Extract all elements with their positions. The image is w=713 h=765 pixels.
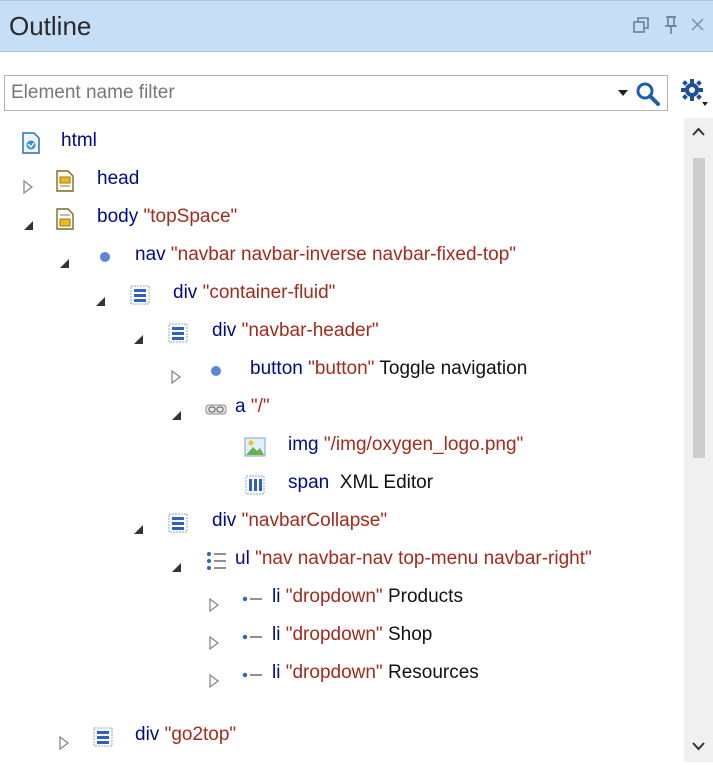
- node-tag: html: [61, 130, 97, 151]
- node-tag: a: [235, 396, 246, 417]
- node-attribute: "dropdown": [285, 586, 383, 607]
- panel-title: Outline: [9, 11, 92, 41]
- tree-node-html[interactable]: html: [0, 122, 684, 160]
- restore-icon[interactable]: [630, 13, 654, 37]
- search-icon[interactable]: [633, 79, 663, 109]
- expand-arrow-icon[interactable]: [206, 627, 222, 651]
- collapse-arrow-icon[interactable]: [130, 513, 146, 534]
- tree-node-head[interactable]: head: [0, 160, 684, 198]
- collapse-arrow-icon[interactable]: [20, 209, 36, 230]
- element-dot-icon: [94, 244, 116, 266]
- list-icon: [205, 548, 227, 570]
- node-attribute: "dropdown": [285, 662, 383, 683]
- tree-node-span[interactable]: span XML Editor: [0, 464, 684, 502]
- tree-node-li-shop[interactable]: li "dropdown" Shop: [0, 616, 684, 654]
- node-tag: nav: [135, 244, 166, 265]
- tree-node-li-products[interactable]: li "dropdown" Products: [0, 578, 684, 616]
- span-inline-icon: [244, 472, 266, 495]
- collapse-arrow-icon[interactable]: [92, 285, 108, 306]
- collapse-arrow-icon[interactable]: [56, 247, 72, 268]
- tree-node-div-navbar-header[interactable]: div "navbar-header": [0, 312, 684, 350]
- expand-arrow-icon[interactable]: [206, 665, 222, 689]
- div-block-icon: [167, 320, 189, 343]
- tree-node-ul[interactable]: ul "nav navbar-nav top-menu navbar-right…: [0, 540, 684, 578]
- tree-node-button[interactable]: button "button" Toggle navigation: [0, 350, 684, 388]
- node-text: XML Editor: [339, 472, 434, 493]
- node-attribute: "container-fluid": [202, 282, 336, 303]
- collapse-arrow-icon[interactable]: [130, 323, 146, 344]
- expand-arrow-icon[interactable]: [206, 589, 222, 613]
- node-tag: body: [97, 206, 139, 227]
- collapse-arrow-icon[interactable]: [168, 399, 184, 420]
- node-tag: button: [250, 358, 303, 379]
- expand-arrow-icon[interactable]: [168, 361, 184, 385]
- scrollbar-thumb[interactable]: [693, 158, 705, 458]
- pin-icon[interactable]: [659, 13, 683, 37]
- node-attribute: "topSpace": [143, 206, 238, 227]
- list-item-icon: [240, 586, 262, 608]
- html-document-icon: [20, 130, 42, 154]
- node-attribute: "/": [250, 396, 270, 417]
- outline-title-bar: Outline: [0, 0, 713, 52]
- tree-node-div-navbar-collapse[interactable]: div "navbarCollapse": [0, 502, 684, 540]
- filter-history-dropdown-icon[interactable]: [618, 90, 628, 96]
- scroll-down-arrow-icon[interactable]: [684, 732, 713, 760]
- node-text: Shop: [387, 624, 433, 645]
- node-tag: ul: [235, 548, 250, 569]
- node-tag: div: [173, 282, 198, 303]
- expand-arrow-icon[interactable]: [56, 727, 72, 751]
- node-tag: li: [272, 624, 281, 645]
- node-tag: span: [288, 472, 330, 493]
- div-block-icon: [167, 510, 189, 533]
- list-item-icon: [240, 662, 262, 684]
- node-text: Toggle navigation: [379, 358, 528, 379]
- tree-node-body[interactable]: body "topSpace": [0, 198, 684, 236]
- image-icon: [244, 434, 266, 457]
- outline-tree: html head body "topSpace" nav "navbar na…: [0, 118, 684, 762]
- node-tag: li: [272, 662, 281, 683]
- close-icon[interactable]: [686, 13, 710, 37]
- scroll-up-arrow-icon[interactable]: [684, 118, 713, 146]
- tree-node-nav[interactable]: nav "navbar navbar-inverse navbar-fixed-…: [0, 236, 684, 274]
- link-icon: [205, 396, 227, 418]
- tree-node-li-resources[interactable]: li "dropdown" Resources: [0, 654, 684, 692]
- node-tag: head: [97, 168, 140, 189]
- div-block-icon: [129, 282, 151, 305]
- collapse-arrow-icon[interactable]: [168, 551, 184, 572]
- node-tag: div: [212, 320, 237, 341]
- body-element-icon: [54, 206, 76, 230]
- node-attribute: "navbar navbar-inverse navbar-fixed-top": [170, 244, 517, 265]
- settings-gear-icon[interactable]: [679, 78, 709, 108]
- element-filter-box: [4, 75, 668, 111]
- node-attribute: "nav navbar-nav top-menu navbar-right": [255, 548, 592, 569]
- tree-node-div-go2top[interactable]: div "go2top": [0, 716, 684, 754]
- node-tag: div: [212, 510, 237, 531]
- tree-node-div-container[interactable]: div "container-fluid": [0, 274, 684, 312]
- node-text: Products: [387, 586, 463, 607]
- node-attribute: "navbarCollapse": [241, 510, 388, 531]
- node-text: Resources: [387, 662, 479, 683]
- element-dot-icon: [205, 358, 227, 380]
- node-tag: div: [135, 724, 160, 745]
- element-name-filter-input[interactable]: [7, 78, 605, 108]
- node-attribute: "navbar-header": [241, 320, 379, 341]
- list-item-icon: [240, 624, 262, 646]
- node-tag: li: [272, 586, 281, 607]
- node-attribute: "go2top": [164, 724, 237, 745]
- tree-node-img[interactable]: img "/img/oxygen_logo.png": [0, 426, 684, 464]
- tree-node-a[interactable]: a "/": [0, 388, 684, 426]
- node-tag: img: [288, 434, 319, 455]
- div-block-icon: [92, 724, 114, 747]
- expand-arrow-icon[interactable]: [20, 171, 36, 195]
- node-attribute: "dropdown": [285, 624, 383, 645]
- vertical-scrollbar[interactable]: [684, 118, 713, 762]
- head-element-icon: [54, 168, 76, 192]
- node-attribute: "/img/oxygen_logo.png": [323, 434, 524, 455]
- node-attribute: "button": [308, 358, 375, 379]
